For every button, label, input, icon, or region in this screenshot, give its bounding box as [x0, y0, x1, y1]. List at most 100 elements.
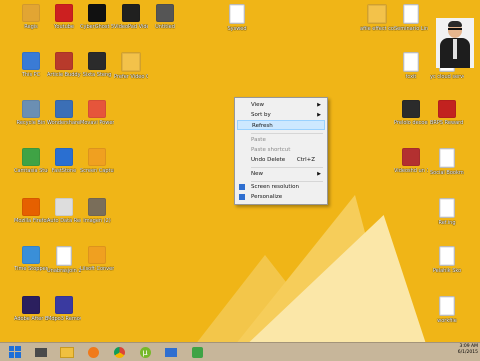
- cyberghost-icon: [88, 4, 106, 22]
- desktop-icon-item[interactable]: Movavi Powerline: [80, 100, 114, 126]
- menu-item-undo-delete[interactable]: Undo Delete Ctrl+Z: [237, 155, 325, 165]
- desktop-icon-item[interactable]: workfile: [430, 296, 464, 324]
- desktop-icon-item[interactable]: Lilsoft Converter: [80, 246, 114, 272]
- clock-date: 6/1/2015: [457, 350, 478, 355]
- document-icon: [439, 296, 455, 316]
- desktop-icon-label: Article Buddy 2 - Shortcut: [47, 72, 81, 78]
- taskbar-utorrent[interactable]: μ: [134, 344, 156, 360]
- desktop-icon-item[interactable]: Article Buddy 2 - Shortcut: [47, 52, 81, 78]
- taskbar-camtasia[interactable]: [186, 344, 208, 360]
- desktop-icon-item[interactable]: Untitled: [148, 4, 182, 30]
- image-icon: [88, 198, 106, 216]
- desktop-icon-item[interactable]: Prelolo decoes: [394, 100, 428, 126]
- desktop-icon-item[interactable]: Unabrasjoin 20: [47, 246, 81, 274]
- submenu-arrow-icon: ▶: [317, 112, 321, 118]
- desktop-icon-item[interactable]: fcxit: [394, 52, 428, 80]
- desktop-icon-label: Movavi Powerline: [80, 120, 114, 126]
- desktop-icon-label: Sixta Steng: [82, 72, 112, 78]
- desktop-icon-item[interactable]: Time Stopper: [14, 246, 48, 272]
- taskbar-explorer[interactable]: [30, 344, 52, 360]
- taskbar: μ 3:09 AM 6/1/2015: [0, 342, 480, 361]
- desktop-icon-label: Youtube: [54, 24, 74, 30]
- desktop-icon-item[interactable]: afile effect co: [360, 4, 394, 32]
- faststone-icon: [55, 148, 73, 166]
- desktop-icon-item[interactable]: Camtasia Studio 8: [14, 148, 48, 174]
- youtube-icon: [55, 4, 73, 22]
- desktop-icon-item[interactable]: BRPS Reward Key: [430, 100, 464, 126]
- desktop-icon-item[interactable]: Prefer Video Clips: [114, 52, 148, 80]
- menu-separator: [251, 167, 323, 168]
- desktop-icon-label: Unabrasjoin 20: [47, 268, 81, 274]
- document-icon: [56, 246, 72, 266]
- desktop-icon-item[interactable]: CyberGhost 5: [80, 4, 114, 30]
- menu-item-sort-by[interactable]: Sort by ▶: [237, 110, 325, 120]
- desktop-icon: [165, 347, 177, 357]
- taskbar-desktop[interactable]: [160, 344, 182, 360]
- system-tray[interactable]: 3:09 AM 6/1/2015: [458, 344, 478, 360]
- menu-item-refresh[interactable]: Refresh: [237, 120, 325, 130]
- menu-item-label: Paste shortcut: [251, 147, 291, 153]
- desktop-icon-item[interactable]: Imagen (2): [80, 198, 114, 224]
- personalize-icon: [239, 194, 245, 200]
- desktop-icon-item[interactable]: Pelahik Sko: [430, 246, 464, 274]
- desktop-icon-item[interactable]: Mdpo3 Remover: [47, 296, 81, 322]
- desktop-icon-item[interactable]: Mozilla Firefox: [14, 198, 48, 224]
- desktop-icon-label: Wondershare Filmora: [47, 120, 81, 126]
- media-player-icon: [87, 346, 99, 358]
- desktop-icon-item[interactable]: Youtube: [47, 4, 81, 30]
- explorer-icon: [35, 347, 47, 357]
- menu-item-new[interactable]: New ▶: [237, 169, 325, 179]
- desktop-icon-item[interactable]: Seminario Links: [394, 4, 428, 32]
- after-effects-icon: [22, 296, 40, 314]
- desktop-icon-label: Untitled: [155, 24, 175, 30]
- menu-item-view[interactable]: View ▶: [237, 100, 325, 110]
- document-icon: [439, 148, 455, 168]
- desktop-icon-label: fcxit: [405, 74, 417, 80]
- desktop-icon-item[interactable]: Social Bookmarki: [430, 148, 464, 176]
- desktop-icon-item[interactable]: Screen Capturing: [80, 148, 114, 174]
- camtasia-icon: [191, 346, 203, 358]
- menu-item-label: Refresh: [252, 123, 273, 129]
- monitor-icon: [239, 184, 245, 190]
- desktop-icon-item[interactable]: This PC: [14, 52, 48, 78]
- desktop-icon-item[interactable]: Auto Data Recovery Ho: [47, 198, 81, 224]
- desktop-icon-label: Prefer Video Clips: [114, 74, 148, 80]
- desktop-icon-item[interactable]: Wondershare Filmora: [47, 100, 81, 126]
- camtasia-icon: [22, 148, 40, 166]
- desktop-icon-item[interactable]: Regis: [14, 4, 48, 30]
- desktop-icon-label: afile effect co: [360, 26, 394, 32]
- desktop-icon-label: Camtasia Studio 8: [14, 168, 48, 174]
- folder-icon: [60, 346, 74, 358]
- desktop-icon-label: This PC: [21, 72, 41, 78]
- document-icon: [403, 52, 419, 72]
- menu-item-label: Paste: [251, 137, 266, 143]
- desktop-icon-item[interactable]: VideoPad Video Editor: [114, 4, 148, 30]
- desktop[interactable]: Regis Youtube CyberGhost 5VideoPad Video E…: [0, 0, 480, 342]
- context-menu: View ▶ Sort by ▶ Refresh Paste Paste sho…: [234, 97, 328, 205]
- desktop-icon-item[interactable]: Recycle Bin: [14, 100, 48, 126]
- desktop-icon-label: VideoPad Video Editor: [114, 24, 148, 30]
- menu-item-personalize[interactable]: Personalize: [237, 192, 325, 202]
- desktop-icon-item[interactable]: FastStone: [47, 148, 81, 174]
- menu-item-label: Undo Delete: [251, 157, 286, 163]
- remover-icon: [55, 296, 73, 314]
- taskbar-media-player[interactable]: [82, 344, 104, 360]
- desktop-icon-label: Lilsoft Converter: [80, 266, 114, 272]
- menu-item-screen-resolution[interactable]: Screen resolution: [237, 182, 325, 192]
- desktop-icon-item[interactable]: Adobe After Effects CC: [14, 296, 48, 322]
- menu-item-paste-shortcut[interactable]: Paste shortcut: [237, 145, 325, 155]
- menu-item-paste[interactable]: Paste: [237, 135, 325, 145]
- taskbar-chrome[interactable]: [108, 344, 130, 360]
- desktop-icon-label: Prelolo decoes: [394, 120, 428, 126]
- clock-icon: [22, 246, 40, 264]
- taskbar-folder[interactable]: [56, 344, 78, 360]
- menu-separator: [251, 133, 323, 134]
- start-button[interactable]: [4, 344, 26, 360]
- desktop-icon-item[interactable]: Sixta Steng: [80, 52, 114, 78]
- desktop-icon-item[interactable]: Videoshd un 1: [394, 148, 428, 174]
- desktop-icon-item[interactable]: Ref.ing: [430, 198, 464, 226]
- menu-item-label: Screen resolution: [251, 184, 299, 190]
- desktop-icon-item[interactable]: Syswed: [220, 4, 254, 32]
- desktop-icon-label: Social Bookmarki: [430, 170, 464, 176]
- desktop-icon-label: Regis: [24, 24, 38, 30]
